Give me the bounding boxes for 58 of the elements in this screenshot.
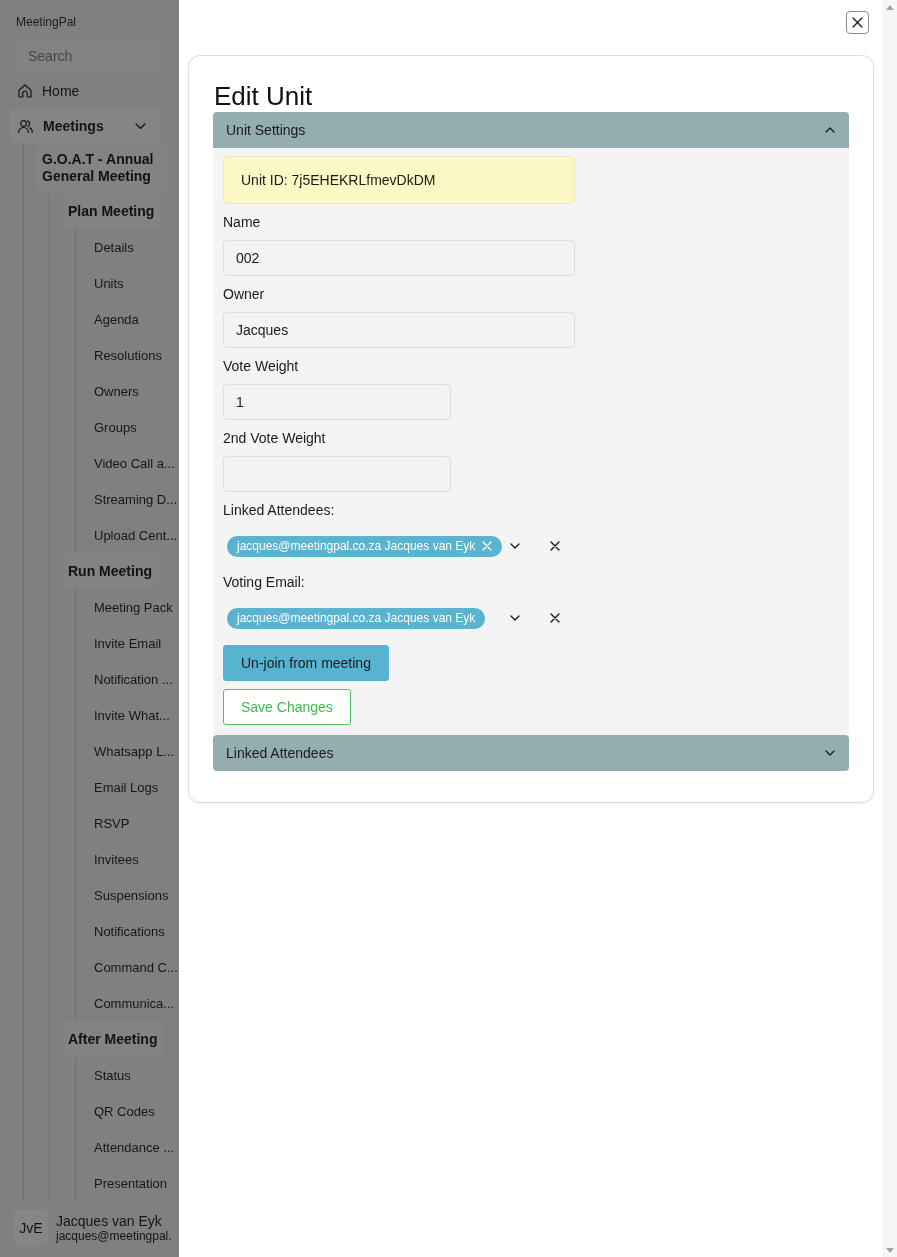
nav-item[interactable]: Notification ...	[94, 661, 173, 697]
nav-item[interactable]: Home	[10, 73, 160, 109]
close-icon	[852, 17, 863, 28]
field-label: Linked Attendees:	[223, 501, 335, 520]
input-field[interactable]: 1	[223, 384, 451, 420]
close-button[interactable]	[846, 11, 869, 34]
nav-item[interactable]: Command C...	[94, 949, 178, 985]
house-icon	[18, 84, 32, 98]
user-name: Jacques van Eyk	[56, 1212, 163, 1229]
nav-item[interactable]: Attendance ...	[94, 1129, 175, 1165]
app-name: MeetingPal	[16, 15, 77, 29]
nav-item[interactable]: Invite Email	[94, 625, 162, 661]
chevron-up-icon	[825, 127, 835, 133]
chevron-down-icon[interactable]	[510, 615, 520, 621]
user-avatar[interactable]: JvE	[14, 1210, 48, 1245]
nav-item[interactable]: RSVP	[94, 805, 130, 841]
field-label: Voting Email:	[223, 573, 305, 592]
field-label: Vote Weight	[223, 357, 299, 376]
field-label: Name	[223, 213, 261, 232]
nav-item[interactable]: Invitees	[94, 841, 139, 877]
accordion-header[interactable]: Linked Attendees	[213, 735, 849, 771]
users-icon	[18, 119, 33, 133]
unit-id-notice: Unit ID: 7j5EHEKRLfmevDkDM	[223, 156, 575, 204]
nav-item[interactable]: Agenda	[94, 301, 139, 337]
nav-item[interactable]: Communica...	[94, 985, 175, 1021]
nav-item[interactable]: Suspensions	[94, 877, 169, 913]
input-field[interactable]: Jacques	[223, 312, 575, 348]
x-icon[interactable]	[550, 613, 560, 623]
field-label: 2nd Vote Weight	[223, 429, 326, 448]
nav-item[interactable]: Owners	[94, 373, 139, 409]
user-email: jacques@meetingpal.	[56, 1228, 172, 1243]
nav-item[interactable]: Details	[94, 229, 134, 265]
nav-item[interactable]: Resolutions	[94, 337, 162, 373]
save-button[interactable]: Save Changes	[223, 689, 351, 725]
nav-item[interactable]: Email Logs	[94, 769, 159, 805]
nav-item[interactable]: Units	[94, 265, 124, 301]
attendee-chip[interactable]: jacques@meetingpal.co.za Jacques van Eyk	[227, 535, 503, 557]
nav-item[interactable]: Notifications	[94, 913, 165, 949]
nav-item[interactable]: Groups	[94, 409, 137, 445]
field-label: Owner	[223, 285, 265, 304]
nav-item[interactable]: Meeting Pack	[94, 589, 173, 625]
x-icon[interactable]	[550, 541, 560, 551]
nav-item[interactable]: Whatsapp L...	[94, 733, 175, 769]
chevron-down-icon	[825, 750, 835, 756]
nav-item[interactable]: Invite What...	[94, 697, 170, 733]
nav-item[interactable]: Status	[94, 1057, 131, 1093]
nav-item[interactable]: Upload Cent...	[94, 517, 178, 553]
accordion-header[interactable]: Unit Settings	[213, 112, 849, 148]
attendee-chip[interactable]: jacques@meetingpal.co.za Jacques van Eyk	[227, 607, 486, 629]
dialog-title: Edit Unit	[214, 81, 313, 111]
nav-item[interactable]: Streaming D...	[94, 481, 178, 517]
input-field[interactable]: 002	[223, 240, 575, 276]
unjoin-button[interactable]: Un-join from meeting	[223, 645, 389, 681]
chevron-down-icon[interactable]	[510, 543, 520, 549]
nav-item[interactable]: Meetings	[10, 109, 160, 143]
nav-item[interactable]: Video Call a...	[94, 445, 175, 481]
nav-item[interactable]: QR Codes	[94, 1093, 155, 1129]
nav-item[interactable]: Presentation	[94, 1165, 167, 1201]
